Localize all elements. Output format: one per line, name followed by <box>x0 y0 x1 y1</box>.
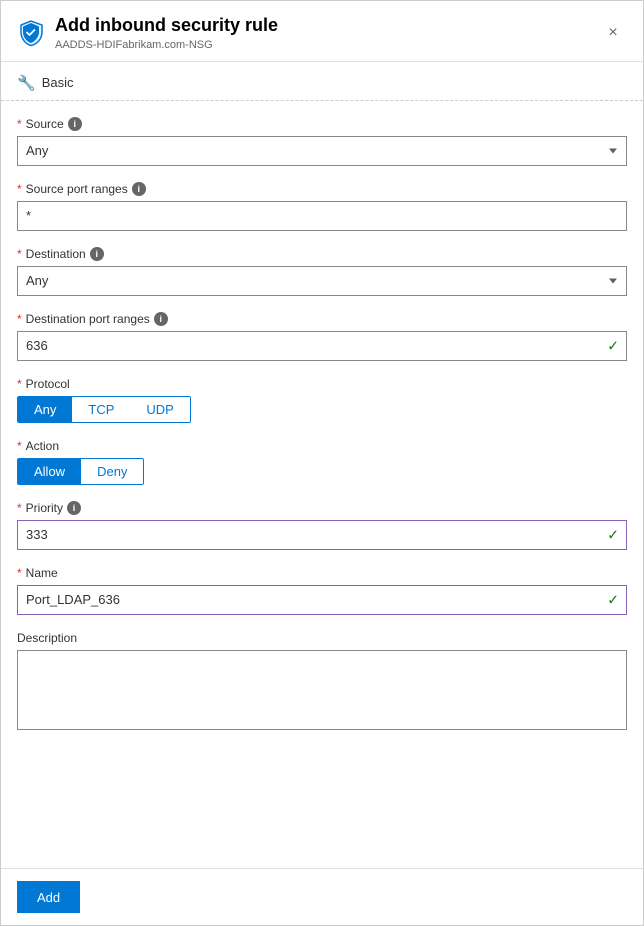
header-text: Add inbound security rule AADDS-HDIFabri… <box>55 15 599 51</box>
priority-info-icon[interactable]: i <box>67 501 81 515</box>
dialog-subtitle: AADDS-HDIFabrikam.com-NSG <box>55 39 599 51</box>
shield-icon <box>17 19 45 47</box>
destination-select[interactable]: Any IP Addresses Service Tag Application… <box>17 266 627 296</box>
destination-select-wrapper: Any IP Addresses Service Tag Application… <box>17 266 627 296</box>
description-label: Description <box>17 631 627 645</box>
dest-port-input-wrapper: ✓ <box>17 331 627 361</box>
dest-port-label: * Destination port ranges i <box>17 312 627 326</box>
action-group: * Action Allow Deny <box>17 439 627 485</box>
source-label: * Source i <box>17 117 627 131</box>
destination-group: * Destination i Any IP Addresses Service… <box>17 247 627 296</box>
dialog-footer: Add <box>1 868 643 925</box>
protocol-any-button[interactable]: Any <box>18 397 72 422</box>
protocol-required-star: * <box>17 377 22 391</box>
source-port-label: * Source port ranges i <box>17 182 627 196</box>
add-button[interactable]: Add <box>17 881 80 913</box>
name-checkmark: ✓ <box>607 591 619 608</box>
protocol-toggle: Any TCP UDP <box>17 396 191 423</box>
name-group: * Name ✓ <box>17 566 627 615</box>
section-label: Basic <box>42 75 74 90</box>
action-allow-button[interactable]: Allow <box>18 459 81 484</box>
dest-port-checkmark: ✓ <box>607 337 619 354</box>
source-info-icon[interactable]: i <box>68 117 82 131</box>
priority-group: * Priority i ✓ <box>17 501 627 550</box>
wrench-icon: 🔧 <box>17 74 36 92</box>
priority-label: * Priority i <box>17 501 627 515</box>
source-port-info-icon[interactable]: i <box>132 182 146 196</box>
source-select[interactable]: Any IP Addresses Service Tag Application… <box>17 136 627 166</box>
source-port-group: * Source port ranges i <box>17 182 627 231</box>
priority-input[interactable] <box>17 520 627 550</box>
name-input[interactable] <box>17 585 627 615</box>
name-required-star: * <box>17 566 22 580</box>
priority-required-star: * <box>17 501 22 515</box>
protocol-label: * Protocol <box>17 377 627 391</box>
action-label: * Action <box>17 439 627 453</box>
priority-checkmark: ✓ <box>607 526 619 543</box>
destination-required-star: * <box>17 247 22 261</box>
dest-port-info-icon[interactable]: i <box>154 312 168 326</box>
destination-info-icon[interactable]: i <box>90 247 104 261</box>
protocol-tcp-button[interactable]: TCP <box>72 397 130 422</box>
dest-port-input[interactable] <box>17 331 627 361</box>
priority-input-wrapper: ✓ <box>17 520 627 550</box>
dest-port-group: * Destination port ranges i ✓ <box>17 312 627 361</box>
action-toggle: Allow Deny <box>17 458 144 485</box>
protocol-udp-button[interactable]: UDP <box>130 397 189 422</box>
source-required-star: * <box>17 117 22 131</box>
dialog-header: Add inbound security rule AADDS-HDIFabri… <box>1 1 643 62</box>
dest-port-required-star: * <box>17 312 22 326</box>
dialog-body: * Source i Any IP Addresses Service Tag … <box>1 101 643 868</box>
action-deny-button[interactable]: Deny <box>81 459 143 484</box>
source-group: * Source i Any IP Addresses Service Tag … <box>17 117 627 166</box>
dialog-title: Add inbound security rule <box>55 15 599 37</box>
add-inbound-rule-dialog: Add inbound security rule AADDS-HDIFabri… <box>0 0 644 926</box>
source-select-wrapper: Any IP Addresses Service Tag Application… <box>17 136 627 166</box>
source-port-required-star: * <box>17 182 22 196</box>
description-group: Description <box>17 631 627 733</box>
section-header: 🔧 Basic <box>1 62 643 101</box>
name-input-wrapper: ✓ <box>17 585 627 615</box>
description-textarea[interactable] <box>17 650 627 730</box>
close-button[interactable]: × <box>599 19 627 47</box>
protocol-group: * Protocol Any TCP UDP <box>17 377 627 423</box>
destination-label: * Destination i <box>17 247 627 261</box>
source-port-input[interactable] <box>17 201 627 231</box>
name-label: * Name <box>17 566 627 580</box>
action-required-star: * <box>17 439 22 453</box>
